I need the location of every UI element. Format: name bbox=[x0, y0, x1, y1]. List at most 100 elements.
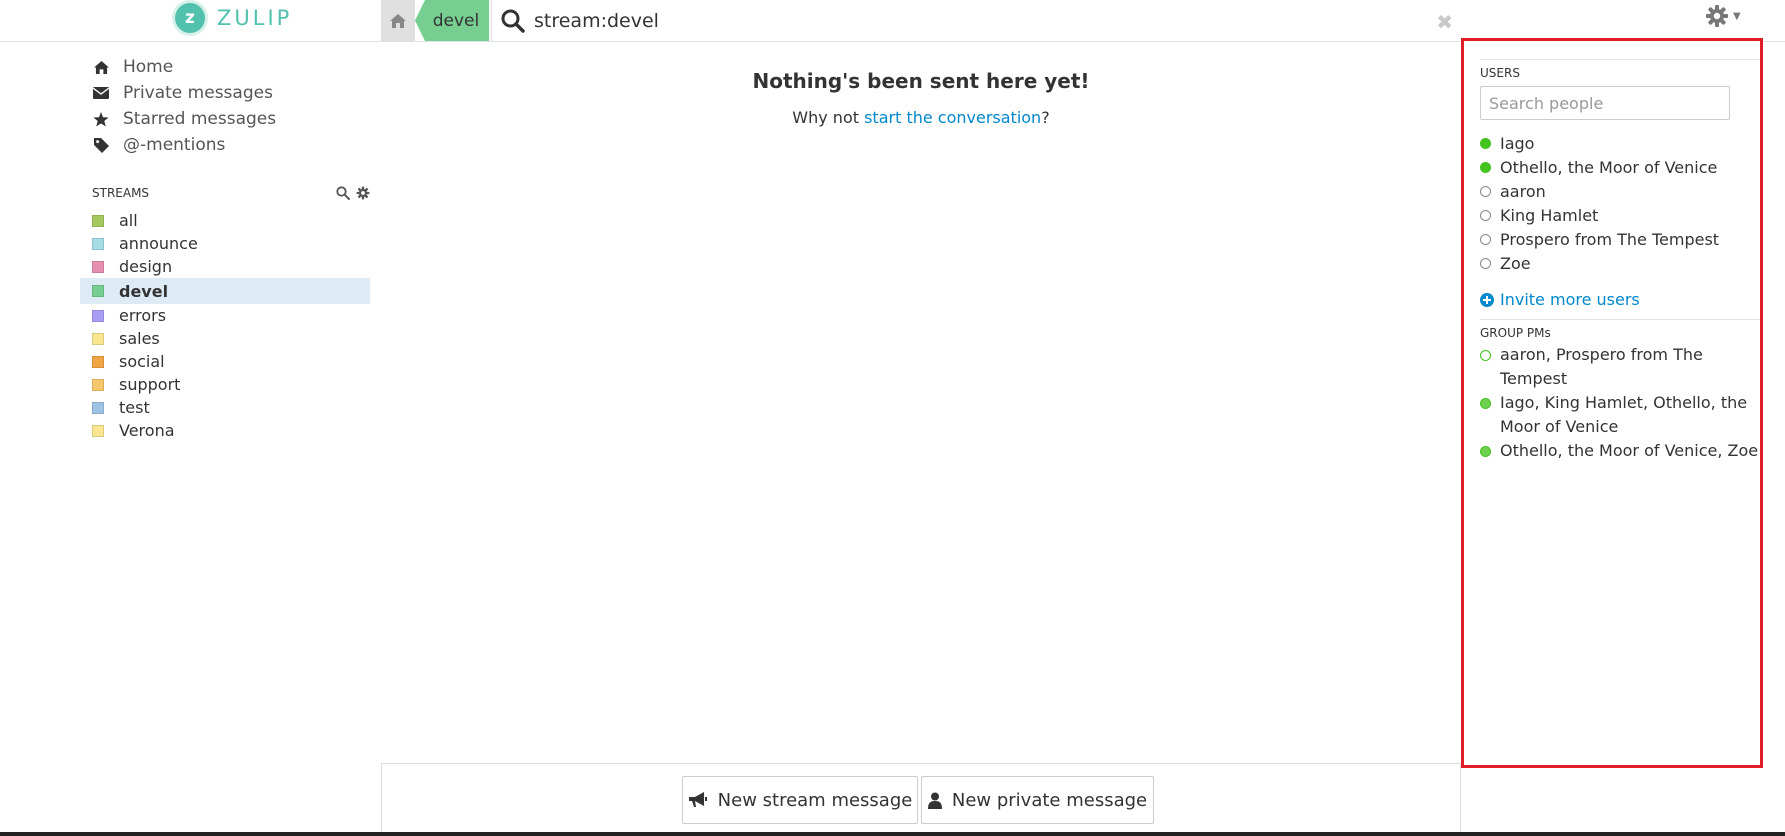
bullhorn-icon bbox=[688, 792, 708, 808]
stream-item-test[interactable]: test bbox=[80, 396, 370, 419]
stream-color-swatch[interactable] bbox=[92, 378, 104, 391]
nav-home[interactable]: Home bbox=[92, 54, 276, 80]
stream-name: design bbox=[119, 257, 173, 276]
global-filters: Home Private messages Starred messages @… bbox=[92, 54, 276, 158]
group-pm-list: aaron, Prospero from The Tempest Iago, K… bbox=[1480, 343, 1760, 463]
search-query-text[interactable]: stream:devel bbox=[534, 10, 659, 32]
stream-color-swatch[interactable] bbox=[92, 214, 104, 227]
nav-private-messages[interactable]: Private messages bbox=[92, 80, 276, 106]
stream-item-all[interactable]: all bbox=[80, 209, 370, 232]
stream-color-swatch[interactable] bbox=[92, 309, 104, 322]
top-navbar: z ZULIP devel stream:devel ✖ ▼ bbox=[0, 0, 1785, 42]
nav-starred-messages-label: Starred messages bbox=[123, 109, 277, 129]
user-item[interactable]: Zoe bbox=[1480, 251, 1760, 275]
invite-more-users-link[interactable]: Invite more users bbox=[1480, 290, 1640, 309]
empty-narrow-suffix: ? bbox=[1041, 108, 1050, 127]
message-area: Nothing's been sent here yet! Why not st… bbox=[381, 42, 1461, 762]
gear-icon[interactable] bbox=[356, 186, 370, 200]
star-icon bbox=[92, 111, 110, 127]
stream-color-swatch[interactable] bbox=[92, 424, 104, 437]
stream-list: all announce design devel errors sales s… bbox=[80, 209, 370, 442]
brand-name: ZULIP bbox=[217, 6, 293, 30]
user-name: Prospero from The Tempest bbox=[1500, 229, 1720, 249]
stream-item-verona[interactable]: Verona bbox=[80, 419, 370, 442]
window-bottom-edge bbox=[0, 832, 1785, 836]
user-name: aaron bbox=[1500, 181, 1546, 201]
user-item[interactable]: Prospero from The Tempest bbox=[1480, 227, 1760, 251]
search-bar[interactable]: stream:devel ✖ bbox=[491, 0, 1461, 41]
new-private-message-button[interactable]: New private message bbox=[921, 776, 1154, 824]
group-pm-name: Iago, King Hamlet, Othello, the Moor of … bbox=[1500, 393, 1748, 436]
narrow-stream-tab[interactable]: devel bbox=[415, 0, 489, 41]
stream-item-announce[interactable]: announce bbox=[80, 232, 370, 255]
nav-mentions[interactable]: @-mentions bbox=[92, 132, 276, 158]
gear-icon bbox=[1706, 5, 1728, 27]
stream-name: social bbox=[119, 352, 165, 371]
invite-more-users-label: Invite more users bbox=[1500, 290, 1640, 309]
stream-name: errors bbox=[119, 306, 167, 325]
home-icon bbox=[390, 13, 406, 28]
envelope-icon bbox=[92, 85, 110, 101]
tag-icon bbox=[92, 137, 110, 153]
user-name: Othello, the Moor of Venice bbox=[1500, 157, 1718, 177]
stream-item-social[interactable]: social bbox=[80, 350, 370, 373]
stream-name: Verona bbox=[119, 421, 175, 440]
nav-home-label: Home bbox=[123, 57, 174, 77]
stream-name: all bbox=[119, 211, 138, 230]
presence-offline-icon bbox=[1480, 185, 1491, 197]
search-icon[interactable] bbox=[500, 8, 526, 34]
zulip-logo-icon: z bbox=[175, 3, 205, 33]
presence-active-icon bbox=[1480, 137, 1491, 149]
start-conversation-link[interactable]: start the conversation bbox=[864, 108, 1041, 127]
user-item[interactable]: Iago bbox=[1480, 131, 1760, 155]
user-name: Iago bbox=[1500, 133, 1535, 153]
stream-item-design[interactable]: design bbox=[80, 255, 370, 278]
brand-link[interactable]: z ZULIP bbox=[175, 3, 292, 33]
stream-item-support[interactable]: support bbox=[80, 373, 370, 396]
stream-color-swatch[interactable] bbox=[92, 237, 104, 250]
streams-heading[interactable]: STREAMS bbox=[92, 186, 149, 200]
search-icon[interactable] bbox=[336, 186, 350, 200]
stream-name: announce bbox=[119, 234, 198, 253]
presence-offline-icon bbox=[1480, 209, 1491, 221]
divider bbox=[1480, 59, 1760, 60]
narrow-stream-label: devel bbox=[432, 10, 480, 31]
stream-name: test bbox=[119, 398, 150, 417]
group-pm-item[interactable]: Iago, King Hamlet, Othello, the Moor of … bbox=[1480, 391, 1760, 439]
user-item[interactable]: King Hamlet bbox=[1480, 203, 1760, 227]
stream-name: devel bbox=[119, 281, 169, 301]
stream-color-swatch[interactable] bbox=[92, 332, 104, 345]
user-search-input[interactable]: Search people bbox=[1480, 86, 1730, 120]
stream-item-sales[interactable]: sales bbox=[80, 327, 370, 350]
nav-starred-messages[interactable]: Starred messages bbox=[92, 106, 276, 132]
user-item[interactable]: aaron bbox=[1480, 179, 1760, 203]
close-icon[interactable]: ✖ bbox=[1436, 10, 1453, 34]
narrow-home-tab[interactable] bbox=[381, 0, 415, 41]
stream-item-devel[interactable]: devel bbox=[80, 278, 370, 304]
right-sidebar: USERS Search people Iago Othello, the Mo… bbox=[1461, 38, 1763, 768]
presence-active-icon bbox=[1480, 446, 1491, 457]
group-pm-name: Othello, the Moor of Venice, Zoe bbox=[1500, 441, 1759, 460]
group-pm-name: aaron, Prospero from The Tempest bbox=[1500, 345, 1703, 388]
stream-color-swatch[interactable] bbox=[92, 260, 104, 273]
presence-active-icon bbox=[1480, 398, 1491, 409]
home-icon bbox=[92, 59, 110, 75]
divider bbox=[1480, 319, 1760, 320]
stream-color-swatch[interactable] bbox=[92, 401, 104, 414]
user-list: Iago Othello, the Moor of Venice aaron K… bbox=[1480, 131, 1760, 275]
chevron-down-icon: ▼ bbox=[1733, 10, 1741, 22]
empty-narrow-prefix: Why not bbox=[792, 108, 865, 127]
compose-bar: New stream message New private message bbox=[381, 763, 1461, 836]
new-stream-message-button[interactable]: New stream message bbox=[682, 776, 918, 824]
group-pm-item[interactable]: aaron, Prospero from The Tempest bbox=[1480, 343, 1760, 391]
stream-name: sales bbox=[119, 329, 160, 348]
stream-color-swatch[interactable] bbox=[92, 285, 104, 297]
stream-color-swatch[interactable] bbox=[92, 355, 104, 368]
streams-header: STREAMS bbox=[92, 186, 370, 204]
group-pm-item[interactable]: Othello, the Moor of Venice, Zoe bbox=[1480, 439, 1760, 463]
settings-menu[interactable]: ▼ bbox=[1705, 4, 1741, 28]
stream-item-errors[interactable]: errors bbox=[80, 304, 370, 327]
user-item[interactable]: Othello, the Moor of Venice bbox=[1480, 155, 1760, 179]
group-pms-heading: GROUP PMs bbox=[1480, 326, 1551, 340]
presence-offline-icon bbox=[1480, 233, 1491, 245]
